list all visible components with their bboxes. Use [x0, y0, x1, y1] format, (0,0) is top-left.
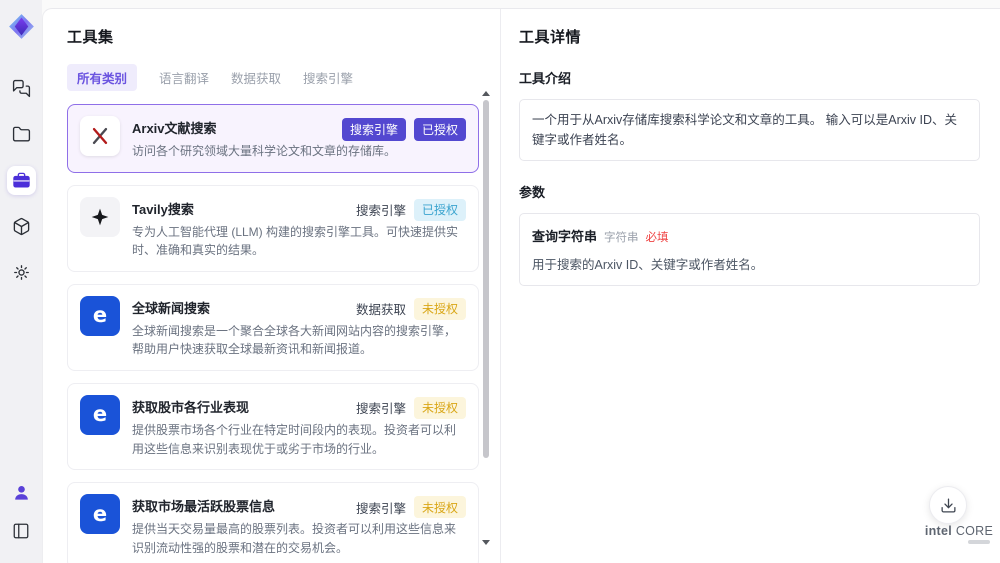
news-search-icon: e: [80, 295, 120, 336]
download-icon: [940, 497, 956, 513]
tool-description: 提供股票市场各个行业在特定时间段内的表现。投资者可以利用这些信息来识别表现优于或…: [132, 422, 457, 456]
intel-core-logo-text: intel CORE: [924, 524, 994, 538]
param-description: 用于搜索的Arxiv ID、关键字或作者姓名。: [532, 258, 764, 272]
tab-all-categories[interactable]: 所有类别: [67, 64, 138, 91]
category-tabs: 所有类别 语言翻译 数据获取 搜索引擎: [67, 64, 500, 91]
tool-intro-box: 一个用于从Arxiv存储库搜索科学论文和文章的工具。 输入可以是Arxiv ID…: [519, 99, 980, 161]
category-badge: 搜索引擎: [341, 118, 406, 141]
main-content: 工具集 所有类别 语言翻译 数据获取 搜索引擎 Arxiv文献搜索 访问各个研究…: [42, 8, 1000, 563]
status-badge: 未授权: [413, 396, 466, 419]
panel-left-icon: [13, 523, 29, 538]
package-icon: [13, 217, 29, 236]
tool-detail-panel: 工具详情 工具介绍 一个用于从Arxiv存储库搜索科学论文和文章的工具。 输入可…: [501, 9, 1000, 563]
sidebar-item-files[interactable]: [7, 120, 36, 149]
tool-badges: 搜索引擎 已授权: [341, 118, 466, 141]
tool-badges: 搜索引擎 未授权: [355, 496, 466, 519]
status-badge: 已授权: [413, 198, 466, 221]
sidebar-item-packages[interactable]: [7, 212, 36, 241]
param-name: 查询字符串: [532, 229, 598, 244]
status-badge: 已授权: [413, 118, 466, 141]
sidebar-item-settings[interactable]: [7, 258, 36, 287]
scrollbar-thumb[interactable]: [483, 100, 489, 458]
status-badge: 未授权: [413, 496, 466, 519]
tavily-icon: [80, 196, 120, 237]
tool-card-sector-performance[interactable]: e 获取股市各行业表现 提供股票市场各个行业在特定时间段内的表现。投资者可以利用…: [67, 382, 479, 471]
folder-icon: [12, 126, 30, 142]
tool-badges: 搜索引擎 已授权: [355, 198, 466, 221]
list-scrollbar[interactable]: [482, 91, 490, 555]
tab-search-engine[interactable]: 搜索引擎: [303, 64, 353, 91]
sidebar: [0, 0, 42, 563]
intel-logo-subbar: [968, 540, 990, 544]
category-label: 搜索引擎: [355, 204, 406, 219]
category-label: 搜索引擎: [355, 501, 406, 516]
app-logo-icon: [8, 14, 34, 39]
tool-description: 访问各个研究领域大量科学论文和文章的存储库。: [132, 144, 397, 158]
scroll-up-arrow[interactable]: [482, 91, 490, 96]
tool-description: 全球新闻搜索是一个聚合全球各大新闻网站内容的搜索引擎，帮助用户快速获取全球最新资…: [132, 323, 457, 357]
sidebar-item-chat[interactable]: [7, 74, 36, 103]
toolbox-icon: [12, 172, 30, 188]
param-header: 查询字符串 字符串 必填: [532, 226, 967, 245]
sidebar-bottom: [7, 478, 36, 545]
tool-card-active-stocks[interactable]: e 获取市场最活跃股票信息 提供当天交易量最高的股票列表。投资者可以利用这些信息…: [67, 482, 479, 563]
detail-panel-title: 工具详情: [519, 29, 582, 46]
tool-card-arxiv[interactable]: Arxiv文献搜索 访问各个研究领域大量科学论文和文章的存储库。 搜索引擎 已授…: [67, 104, 479, 173]
app-window: 工具集 所有类别 语言翻译 数据获取 搜索引擎 Arxiv文献搜索 访问各个研究…: [0, 0, 1000, 563]
tool-description: 专为人工智能代理 (LLM) 构建的搜索引擎工具。可快速提供实时、准确和真实的结…: [132, 224, 459, 258]
sidebar-item-tools[interactable]: [6, 166, 36, 195]
tool-badges: 搜索引擎 未授权: [355, 396, 466, 419]
intel-core-logo: intel CORE: [924, 524, 994, 544]
category-label: 数据获取: [355, 303, 406, 318]
arxiv-icon: [80, 116, 120, 156]
tab-language-translation[interactable]: 语言翻译: [159, 64, 209, 91]
active-stocks-icon: e: [80, 494, 120, 535]
tab-data-fetch[interactable]: 数据获取: [231, 64, 281, 91]
download-button[interactable]: [929, 486, 967, 524]
tool-badges: 数据获取 未授权: [355, 297, 466, 320]
tool-list-panel: 工具集 所有类别 语言翻译 数据获取 搜索引擎 Arxiv文献搜索 访问各个研究…: [43, 9, 501, 563]
panel-toggle-button[interactable]: [7, 516, 36, 545]
tool-card-tavily[interactable]: Tavily搜索 专为人工智能代理 (LLM) 构建的搜索引擎工具。可快速提供实…: [67, 184, 479, 272]
chat-icon: [12, 79, 30, 98]
param-required-flag: 必填: [645, 232, 669, 244]
param-box: 查询字符串 字符串 必填 用于搜索的Arxiv ID、关键字或作者姓名。: [519, 213, 980, 286]
scroll-down-arrow[interactable]: [482, 540, 490, 545]
intro-section-title: 工具介绍: [519, 71, 572, 86]
sidebar-nav: [6, 74, 36, 287]
user-icon: [14, 486, 28, 500]
user-avatar[interactable]: [7, 478, 36, 507]
param-type: 字符串: [604, 232, 639, 244]
gear-icon: [13, 265, 29, 280]
tool-card-list: Arxiv文献搜索 访问各个研究领域大量科学论文和文章的存储库。 搜索引擎 已授…: [67, 104, 479, 563]
page-title: 工具集: [67, 29, 114, 46]
stock-sector-icon: e: [80, 394, 120, 435]
tool-card-global-news[interactable]: e 全球新闻搜索 全球新闻搜索是一个聚合全球各大新闻网站内容的搜索引擎，帮助用户…: [67, 283, 479, 371]
tool-description: 提供当天交易量最高的股票列表。投资者可以利用这些信息来识别流动性强的股票和潜在的…: [132, 522, 457, 555]
category-label: 搜索引擎: [355, 402, 406, 417]
params-section-title: 参数: [519, 185, 546, 200]
status-badge: 未授权: [413, 297, 466, 320]
